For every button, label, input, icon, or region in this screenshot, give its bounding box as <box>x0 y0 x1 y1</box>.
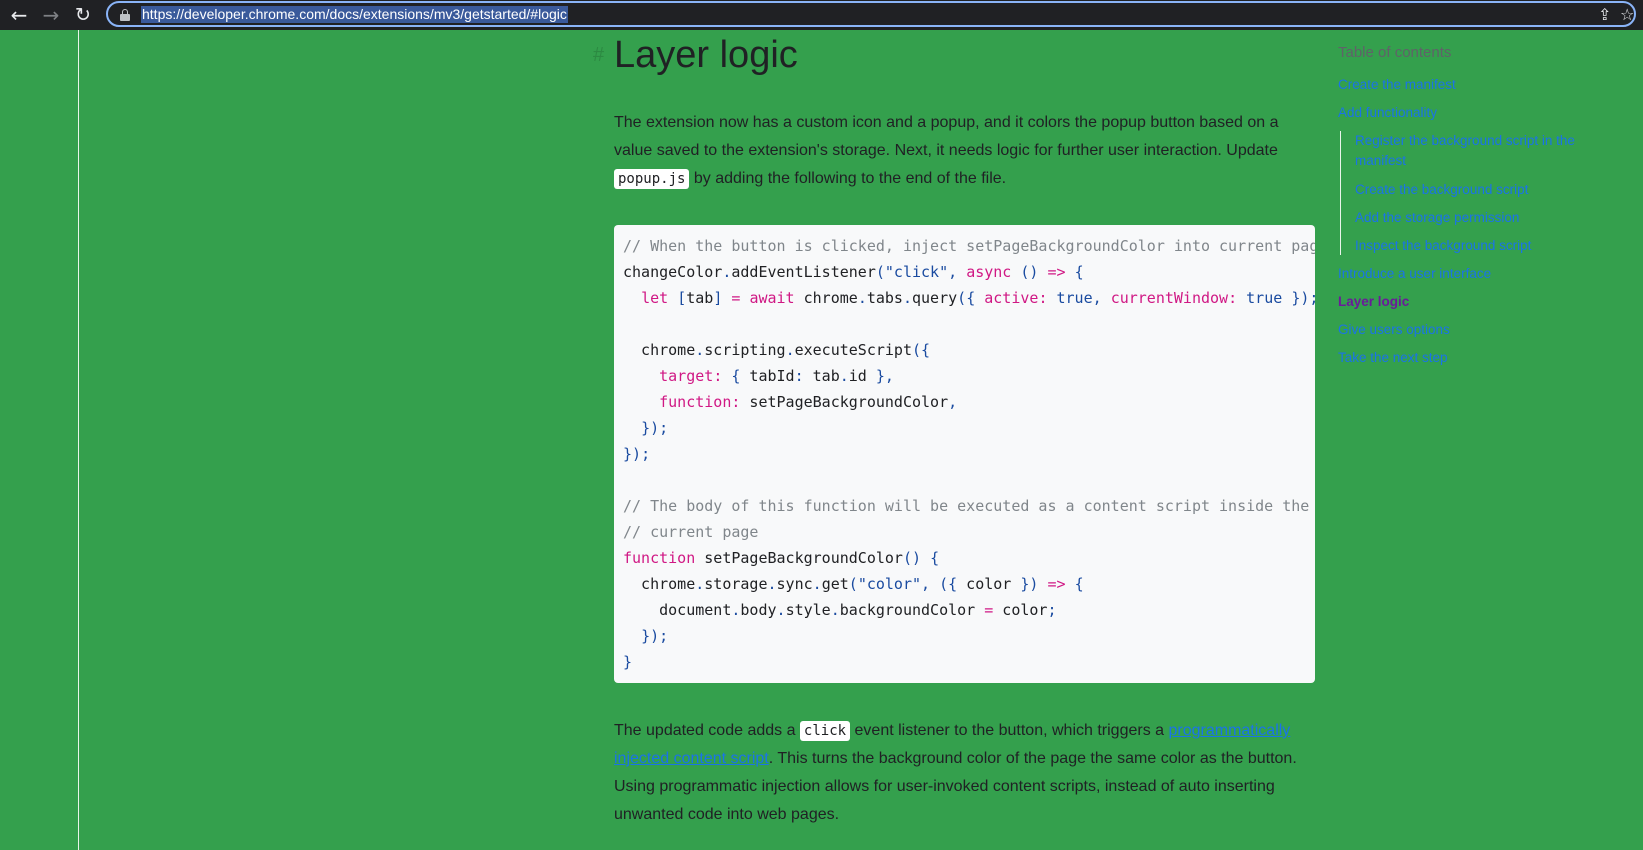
browser-toolbar: ← → ↻ https://developer.chrome.com/docs/… <box>0 0 1643 30</box>
explanation-text-2: event listener to the button, which trig… <box>850 722 1169 739</box>
toc-item-layer-logic[interactable]: Layer logic <box>1338 292 1409 312</box>
back-arrow-icon[interactable]: ← <box>6 2 32 28</box>
toc-item-create-manifest[interactable]: Create the manifest <box>1338 75 1456 95</box>
star-icon[interactable]: ☆ <box>1620 5 1634 25</box>
toc-item-storage-permission[interactable]: Add the storage permission <box>1355 208 1519 228</box>
toc-item-inspect-background[interactable]: Inspect the background script <box>1355 236 1531 256</box>
share-icon[interactable]: ⇪ <box>1598 5 1611 25</box>
toc-item-user-options[interactable]: Give users options <box>1338 320 1450 340</box>
url-text[interactable]: https://developer.chrome.com/docs/extens… <box>141 6 568 23</box>
code-block: // When the button is clicked, inject se… <box>614 225 1315 683</box>
code-content: // When the button is clicked, inject se… <box>623 237 1315 671</box>
lock-icon[interactable] <box>120 9 130 21</box>
toc-item-register-background[interactable]: Register the background script in the ma… <box>1355 131 1615 171</box>
page-title: Layer logic <box>614 34 798 76</box>
toc-item-create-background[interactable]: Create the background script <box>1355 180 1528 200</box>
forward-arrow-icon[interactable]: → <box>38 2 64 28</box>
reload-icon[interactable]: ↻ <box>70 2 96 28</box>
toc-item-user-interface[interactable]: Introduce a user interface <box>1338 264 1491 284</box>
explanation-text-1: The updated code adds a <box>614 722 800 739</box>
left-rail-divider <box>78 30 79 850</box>
address-bar[interactable]: https://developer.chrome.com/docs/extens… <box>106 1 1636 27</box>
heading-anchor-link[interactable]: # <box>593 44 604 67</box>
toc-item-next-step[interactable]: Take the next step <box>1338 348 1448 368</box>
intro-paragraph: The extension now has a custom icon and … <box>614 109 1314 193</box>
toc-title: Table of contents <box>1338 44 1452 61</box>
toc-subsection-line <box>1340 131 1341 255</box>
explanation-paragraph: The updated code adds a click event list… <box>614 717 1314 829</box>
inline-code-click: click <box>799 721 851 741</box>
inline-code-popup-js: popup.js <box>614 169 690 189</box>
intro-text-2: by adding the following to the end of th… <box>689 170 1007 187</box>
toc-item-add-functionality[interactable]: Add functionality <box>1338 103 1437 123</box>
intro-text-1: The extension now has a custom icon and … <box>614 114 1279 159</box>
